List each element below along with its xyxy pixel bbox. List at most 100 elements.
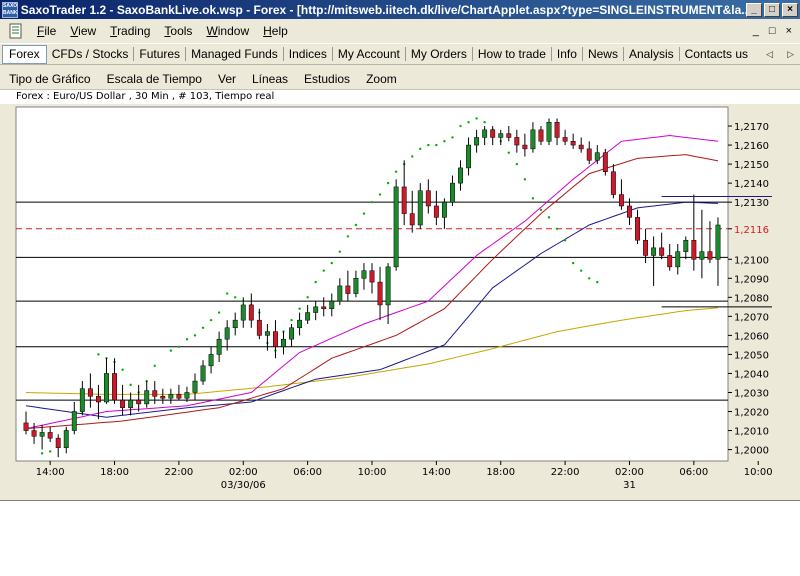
chart-menu-view[interactable]: Ver: [210, 72, 244, 86]
candle-body: [128, 399, 134, 408]
price-chart[interactable]: 1,2000 1,2010 1,2020 1,2030 1,2040 1,2050 1,20…: [0, 104, 800, 500]
candle-body: [208, 354, 214, 367]
candle-body: [377, 281, 383, 306]
candle-body: [490, 129, 496, 138]
child-close-button[interactable]: ×: [786, 25, 792, 37]
candle-body: [715, 224, 721, 260]
menu-trading[interactable]: Trading: [103, 24, 157, 38]
bottom-pane: [0, 500, 800, 576]
candle-body: [264, 331, 270, 336]
psar-point: [298, 307, 301, 310]
candle-body: [441, 201, 447, 218]
candle-body: [305, 312, 311, 321]
close-button[interactable]: ×: [782, 2, 798, 17]
candle-body: [39, 432, 45, 437]
menu-view[interactable]: View: [63, 24, 103, 38]
psar-point: [201, 326, 205, 329]
candle-body: [63, 430, 69, 448]
tab-contacts-us[interactable]: Contacts us: [680, 47, 753, 61]
x-tick-label: 18:00: [100, 467, 129, 478]
tab-how-to-trade[interactable]: How to trade: [473, 47, 552, 61]
psar-point: [427, 143, 430, 147]
tab-cfds-stocks[interactable]: CFDs / Stocks: [47, 47, 135, 61]
candle-body: [538, 129, 544, 142]
candle-body: [409, 213, 415, 226]
x-tick-label: 14:00: [36, 467, 65, 478]
tab-news[interactable]: News: [583, 47, 624, 61]
candle-body: [337, 285, 343, 302]
candle-body: [31, 430, 37, 437]
candle-body: [570, 141, 576, 146]
tab-futures[interactable]: Futures: [134, 47, 187, 61]
y-tick-label: 1,2020: [734, 408, 769, 419]
candle-body: [627, 205, 632, 218]
maximize-button[interactable]: □: [764, 2, 780, 17]
candle-body: [71, 411, 77, 431]
candle-body: [289, 327, 294, 340]
tab-analysis[interactable]: Analysis: [624, 47, 680, 61]
candle-body: [369, 270, 375, 283]
psar-point: [419, 147, 422, 151]
candle-body: [144, 390, 150, 405]
psar-point: [177, 345, 181, 349]
chart-area: 1,2000 1,2010 1,2020 1,2030 1,2040 1,2050 1,20…: [0, 104, 800, 500]
psar-point: [539, 208, 543, 211]
candle-body: [345, 285, 351, 294]
psar-point: [467, 121, 470, 124]
candle-body: [95, 396, 101, 403]
psar-point: [588, 277, 591, 280]
candle-body: [618, 194, 624, 207]
tab-forex[interactable]: Forex: [2, 44, 47, 64]
minimize-button[interactable]: _: [746, 2, 762, 17]
chart-menu-studies[interactable]: Estudios: [296, 72, 358, 86]
psar-point: [185, 337, 189, 341]
y-tick-label: 1,2060: [734, 331, 769, 342]
candle-body: [578, 144, 584, 150]
psar-point: [225, 292, 229, 295]
candle-body: [699, 251, 705, 260]
psar-point: [555, 227, 559, 231]
tab-my-account[interactable]: My Account: [333, 47, 406, 61]
chart-menu-lines[interactable]: Líneas: [244, 72, 296, 86]
candle-body: [393, 186, 399, 268]
tab-scroll-left-icon[interactable]: ◁: [766, 49, 773, 60]
window-titlebar: SAXO BANK SaxoTrader 1.2 - SaxoBankLive.…: [0, 0, 800, 19]
psar-point: [290, 318, 293, 322]
candle-body: [554, 121, 560, 138]
menu-window[interactable]: Window: [199, 24, 256, 38]
psar-point: [435, 143, 438, 147]
y-tick-label: 1,2010: [734, 427, 769, 438]
candle-body: [522, 144, 528, 150]
tab-indices[interactable]: Indices: [284, 47, 333, 61]
tab-my-orders[interactable]: My Orders: [406, 47, 473, 61]
menu-tools[interactable]: Tools: [157, 24, 199, 38]
chart-menu-chart-type[interactable]: Tipo de Gráfico: [0, 72, 99, 86]
child-restore-button[interactable]: □: [769, 25, 776, 37]
psar-point: [596, 280, 599, 284]
chart-menu-zoom[interactable]: Zoom: [358, 72, 405, 86]
tab-managed-funds[interactable]: Managed Funds: [186, 47, 284, 61]
y-tick-label: 1,2160: [734, 141, 769, 152]
tab-scroll-right-icon[interactable]: ▷: [787, 49, 794, 60]
chart-info-label: Forex : Euro/US Dollar , 30 Min , # 103,…: [16, 91, 275, 102]
psar-point: [443, 140, 446, 143]
psar-point: [97, 353, 100, 356]
window-title: SaxoTrader 1.2 - SaxoBankLive.ok.wsp - F…: [20, 2, 746, 17]
psar-point: [370, 200, 374, 204]
psar-point: [475, 117, 478, 120]
candle-body: [112, 373, 117, 401]
tab-info[interactable]: Info: [552, 47, 583, 61]
candle-body: [385, 266, 391, 306]
saxo-app-icon: SAXO BANK: [2, 1, 18, 18]
menu-help[interactable]: Help: [256, 24, 295, 38]
product-tab-bar: Forex CFDs / Stocks Futures Managed Fund…: [0, 43, 800, 65]
child-minimize-button[interactable]: _: [753, 25, 759, 37]
menu-file[interactable]: File: [30, 24, 63, 38]
psar-point: [378, 193, 382, 196]
y-tick-label: 1,2040: [734, 369, 769, 380]
psar-point: [346, 235, 350, 238]
y-tick-label: 1,2140: [734, 179, 769, 190]
candle-body: [667, 255, 673, 268]
chart-menu-time-scale[interactable]: Escala de Tiempo: [99, 72, 210, 86]
candle-body: [466, 144, 472, 169]
